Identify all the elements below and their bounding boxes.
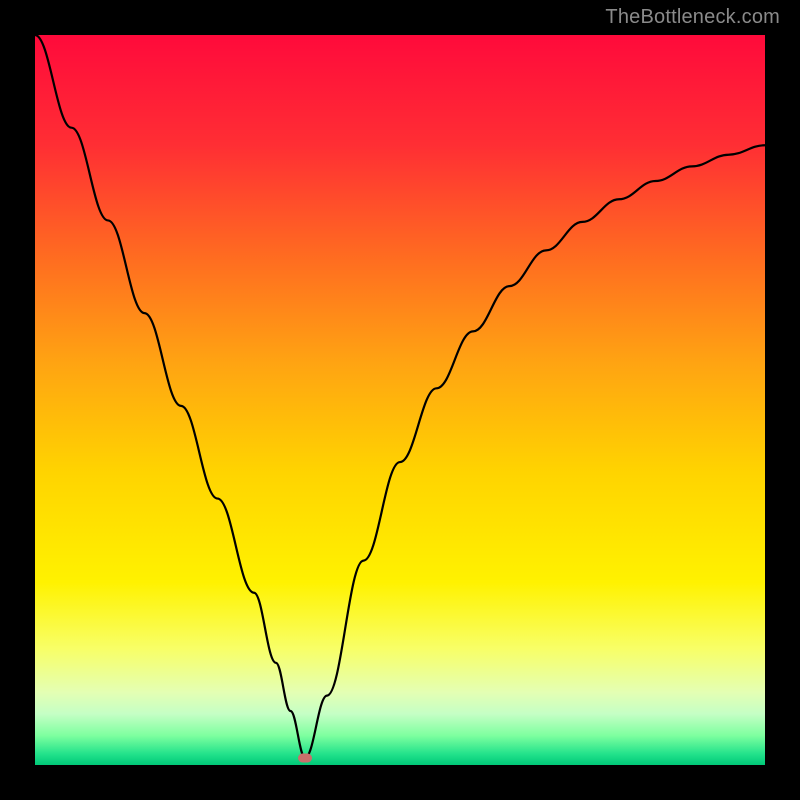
chart-frame: TheBottleneck.com bbox=[0, 0, 800, 800]
curve-layer bbox=[35, 35, 765, 765]
watermark-text: TheBottleneck.com bbox=[605, 6, 780, 29]
bottleneck-curve bbox=[35, 35, 765, 758]
optimal-point-marker bbox=[298, 753, 312, 762]
plot-area bbox=[35, 35, 765, 765]
